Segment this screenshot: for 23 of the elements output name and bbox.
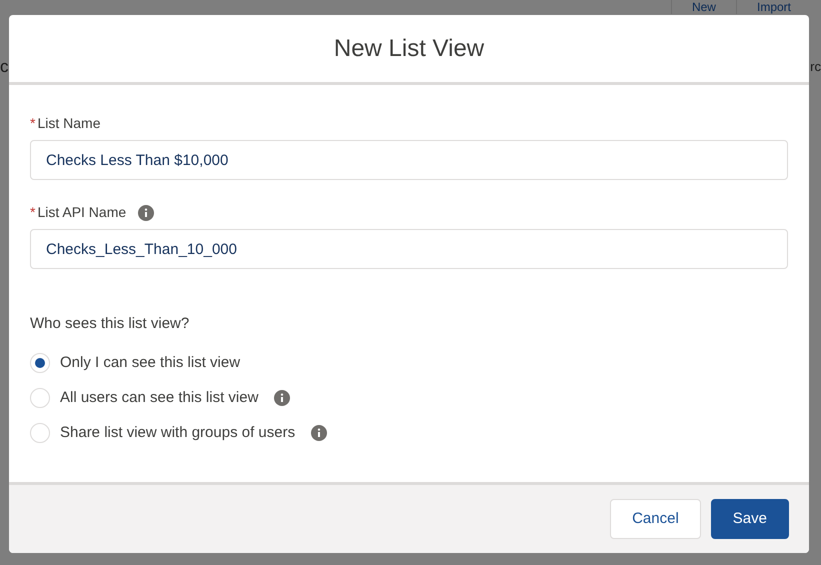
info-icon[interactable]: [274, 390, 290, 406]
background-button[interactable]: New: [670, 0, 736, 14]
cancel-button[interactable]: Cancel: [610, 499, 701, 539]
background-text: rc: [810, 58, 821, 76]
save-button[interactable]: Save: [710, 499, 789, 539]
radio-label[interactable]: Only I can see this list view: [60, 352, 240, 374]
required-marker: *: [30, 203, 36, 222]
section-label: Who sees this list view?: [30, 314, 190, 334]
radio-button[interactable]: [30, 353, 50, 373]
modal-title: New List View: [334, 34, 484, 64]
radio-label[interactable]: All users can see this list view: [60, 386, 258, 410]
info-icon[interactable]: [138, 204, 154, 220]
text-input[interactable]: Checks_Less_Than_10_000: [30, 229, 788, 269]
radio-label[interactable]: Share list view with groups of users: [60, 422, 296, 444]
background-button[interactable]: Import: [736, 0, 811, 14]
background-text: c: [0, 56, 8, 78]
field-label: List Name: [37, 114, 100, 133]
radio-button[interactable]: [30, 388, 50, 408]
required-marker: *: [30, 114, 36, 133]
radio-button[interactable]: [30, 423, 50, 443]
field-label: List API Name: [37, 203, 126, 222]
info-icon[interactable]: [311, 425, 328, 441]
text-input[interactable]: Checks Less Than $10,000: [30, 140, 788, 180]
